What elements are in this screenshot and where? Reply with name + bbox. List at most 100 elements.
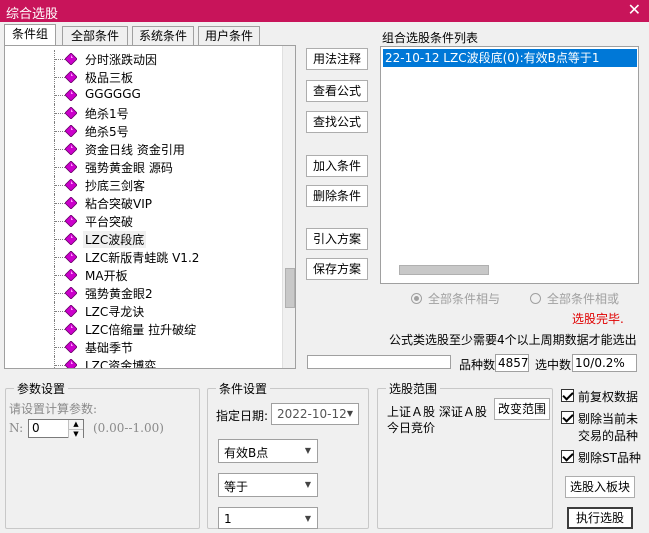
count-value: 4857 [495, 354, 529, 372]
tree-item[interactable]: 绝杀1号 [5, 104, 280, 122]
date-label: 指定日期: [216, 409, 269, 423]
tree-item[interactable]: MA开板 [5, 266, 280, 284]
tree-item-label: 资金日线 资金引用 [85, 143, 185, 157]
condition-list-hscroll-thumb[interactable] [399, 265, 489, 275]
formula-gem-icon [65, 197, 77, 209]
to-block-button[interactable]: 选股入板块 [565, 476, 635, 498]
tree-line [55, 203, 65, 204]
add-condition-button[interactable]: 加入条件 [306, 155, 368, 177]
formula-gem-icon [65, 161, 77, 173]
tree-line [55, 329, 65, 330]
tree-line [55, 167, 65, 168]
progress-bar [307, 355, 451, 369]
tree-line [55, 113, 65, 114]
tree-item[interactable]: 基础季节 [5, 338, 280, 356]
conditions-title: 条件设置 [216, 380, 271, 397]
n-range: (0.00--1.00) [93, 421, 164, 435]
chevron-down-icon[interactable]: ▼ [299, 508, 317, 530]
tree-item[interactable]: 极品三板 [5, 68, 280, 86]
tree-item[interactable]: 平台突破 [5, 212, 280, 230]
tree-item[interactable]: LZC倍缩量 拉升破绽 [5, 320, 280, 338]
tree-item[interactable]: LZC新版青蛙跳 V1.2 [5, 248, 280, 266]
tree-scroll-thumb[interactable] [285, 268, 295, 308]
window-title: 综合选股 [6, 7, 59, 22]
tree-item[interactable]: 分时涨跌动因 [5, 50, 280, 68]
radio-and[interactable]: 全部条件相与 [411, 290, 500, 306]
tree-item[interactable]: 资金日线 资金引用 [5, 140, 280, 158]
exclude-untraded-checkbox[interactable] [561, 411, 574, 424]
tree-item[interactable]: LZC资金博弈 [5, 356, 280, 369]
formula-gem-icon [65, 89, 77, 101]
close-icon[interactable]: ✕ [628, 0, 641, 20]
tree-line [55, 347, 65, 348]
radio-or-dot[interactable] [530, 293, 541, 304]
formula-gem-icon [65, 269, 77, 281]
save-scheme-button[interactable]: 保存方案 [306, 258, 368, 280]
condition-list[interactable]: 22-10-12 LZC波段底(0):有效B点等于1 [380, 46, 639, 284]
formula-gem-icon [65, 359, 77, 368]
chevron-down-icon[interactable]: ▼ [299, 474, 317, 496]
tree-item-label: GGGGGG [85, 87, 141, 101]
tree-line [54, 356, 55, 368]
formula-gem-icon [65, 71, 77, 83]
condition-tree[interactable]: 分时涨跌动因 极品三板 GGGGGG 绝杀1号 绝杀5号资金日线 资金引用 强势黄金眼 源… [4, 45, 296, 369]
tab-condition-group[interactable]: 条件组 [4, 24, 56, 46]
operator-select[interactable]: 等于 ▼ [218, 473, 318, 497]
tree-item[interactable]: 绝杀5号 [5, 122, 280, 140]
formula-note: 公式类选股至少需要4个以上周期数据才能选出 [389, 333, 637, 347]
radio-and-dot[interactable] [411, 293, 422, 304]
date-picker[interactable]: 2022-10-12 ▼ [271, 403, 359, 425]
n-stepper[interactable]: 0 ▲ ▼ [28, 419, 84, 438]
tree-item-label: 抄底三剑客 [85, 179, 146, 193]
tree-item[interactable]: LZC寻龙诀 [5, 302, 280, 320]
view-formula-button[interactable]: 查看公式 [306, 80, 368, 102]
field-select[interactable]: 有效B点 ▼ [218, 439, 318, 463]
tree-scrollbar[interactable] [282, 46, 295, 368]
change-range-button[interactable]: 改变范围 [494, 398, 550, 420]
spin-down-icon[interactable]: ▼ [68, 429, 83, 438]
delete-condition-button[interactable]: 删除条件 [306, 185, 368, 207]
formula-gem-icon [65, 179, 77, 191]
tab-system-conditions[interactable]: 系统条件 [132, 26, 194, 46]
tree-item-label: LZC波段底 [83, 231, 147, 248]
formula-gem-icon [65, 287, 77, 299]
import-scheme-button[interactable]: 引入方案 [306, 228, 368, 250]
tree-item-label: 强势黄金眼2 [85, 287, 153, 301]
formula-gem-icon [65, 323, 77, 335]
formula-gem-icon [65, 53, 77, 65]
n-label: N: [9, 421, 24, 435]
chevron-down-icon[interactable]: ▼ [299, 440, 317, 462]
chevron-down-icon[interactable]: ▼ [342, 404, 358, 424]
tab-user-conditions[interactable]: 用户条件 [198, 26, 260, 46]
tree-line [55, 311, 65, 312]
tree-item-label: LZC资金博弈 [85, 359, 157, 369]
tree-line [55, 257, 65, 258]
tab-all-conditions[interactable]: 全部条件 [62, 26, 128, 46]
execute-button[interactable]: 执行选股 [567, 507, 633, 529]
radio-or[interactable]: 全部条件相或 [530, 290, 620, 306]
exclude-st-checkbox[interactable] [561, 450, 574, 463]
tree-item[interactable]: 强势黄金眼 源码 [5, 158, 280, 176]
tree-line [55, 77, 65, 78]
condition-list-label: 组合选股条件列表 [382, 31, 479, 45]
tree-item-label: 分时涨跌动因 [85, 53, 158, 67]
params-title: 参数设置 [14, 380, 69, 397]
tree-item[interactable]: LZC波段底 [5, 230, 280, 248]
find-formula-button[interactable]: 查找公式 [306, 111, 368, 133]
spin-up-icon[interactable]: ▲ [68, 420, 83, 429]
n-value[interactable]: 0 [32, 421, 40, 435]
usage-notes-button[interactable]: 用法注释 [306, 48, 368, 70]
scope-title: 选股范围 [386, 380, 441, 397]
forward-adjust-checkbox[interactable] [561, 389, 574, 402]
radio-or-label: 全部条件相或 [547, 292, 620, 306]
condition-list-item[interactable]: 22-10-12 LZC波段底(0):有效B点等于1 [383, 49, 637, 67]
date-value[interactable]: 2022-10-12 [277, 407, 347, 421]
tree-item[interactable]: 强势黄金眼2 [5, 284, 280, 302]
value-value: 1 [224, 512, 232, 526]
tree-item[interactable]: 抄底三剑客 [5, 176, 280, 194]
tree-item-label: LZC倍缩量 拉升破绽 [85, 323, 197, 337]
tree-item[interactable]: GGGGGG [5, 86, 280, 104]
value-select[interactable]: 1 ▼ [218, 507, 318, 529]
tree-line [55, 59, 65, 60]
tree-item[interactable]: 粘合突破VIP [5, 194, 280, 212]
